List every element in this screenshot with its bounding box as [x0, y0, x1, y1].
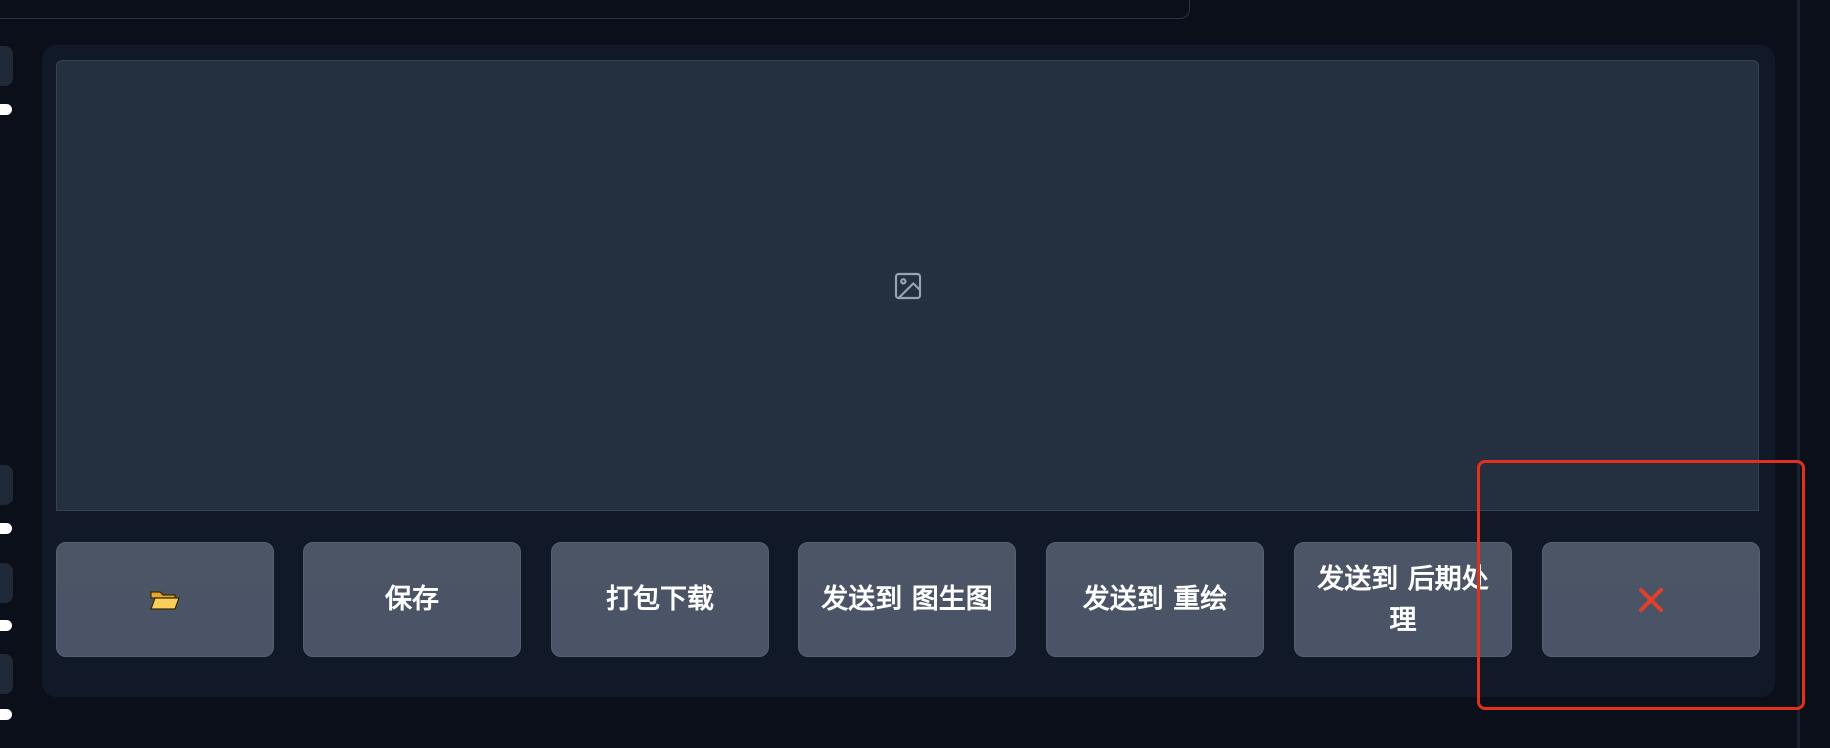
send-to-inpaint-button[interactable]: 发送到 重绘 — [1046, 542, 1264, 657]
left-slider-thumb[interactable] — [0, 620, 12, 631]
left-control[interactable] — [0, 563, 13, 603]
left-control[interactable] — [0, 465, 13, 505]
send-to-extras-button[interactable]: 发送到 后期处理 — [1294, 542, 1512, 657]
zip-download-button-label: 打包下载 — [606, 584, 714, 615]
left-slider-thumb[interactable] — [0, 709, 12, 720]
left-slider-thumb[interactable] — [0, 104, 12, 115]
clear-button[interactable] — [1542, 542, 1760, 657]
image-placeholder-icon — [894, 272, 921, 299]
send-to-inpaint-button-label: 发送到 重绘 — [1082, 584, 1228, 615]
save-button[interactable]: 保存 — [303, 542, 521, 657]
output-panel: 保存 打包下载 发送到 图生图 发送到 重绘 发送到 后期处理 — [42, 45, 1775, 697]
output-gallery[interactable] — [56, 60, 1759, 511]
open-folder-button[interactable] — [56, 542, 274, 657]
save-button-label: 保存 — [385, 584, 439, 615]
folder-icon — [150, 590, 180, 610]
scrollbar-track[interactable] — [1797, 0, 1800, 748]
left-slider-thumb[interactable] — [0, 523, 12, 534]
zip-download-button[interactable]: 打包下载 — [551, 542, 769, 657]
send-to-img2img-button-label: 发送到 图生图 — [821, 584, 993, 615]
close-icon — [1639, 587, 1663, 612]
send-to-extras-button-label: 发送到 后期处理 — [1317, 563, 1489, 636]
prompt-field-edge[interactable] — [0, 0, 1190, 19]
left-control[interactable] — [0, 46, 13, 86]
send-to-img2img-button[interactable]: 发送到 图生图 — [798, 542, 1016, 657]
left-control[interactable] — [0, 654, 13, 694]
